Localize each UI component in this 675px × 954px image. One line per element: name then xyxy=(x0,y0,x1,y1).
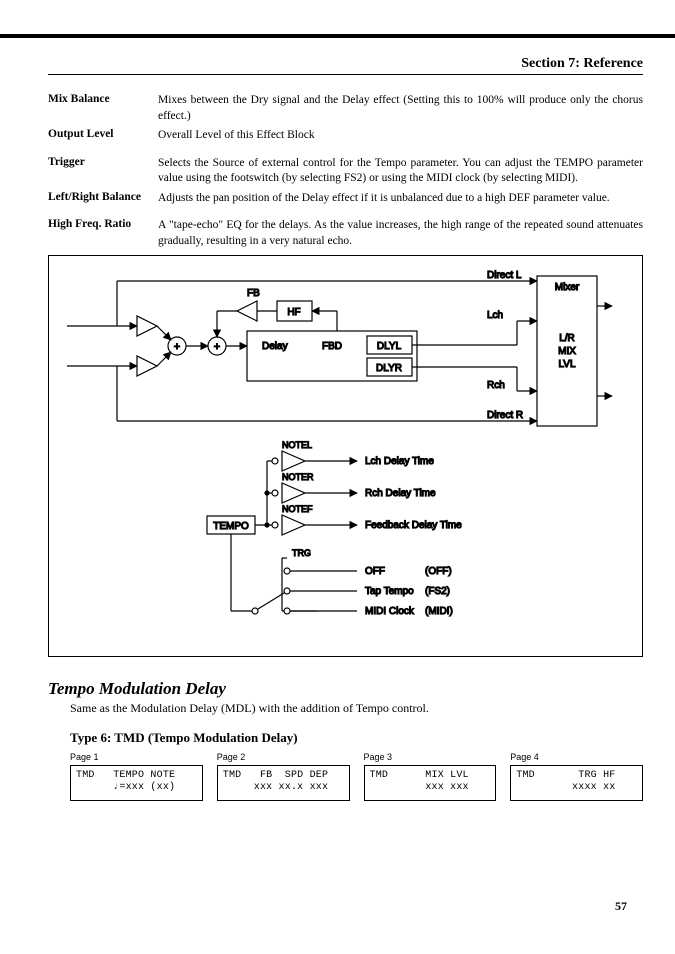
param-desc: Mixes between the Dry signal and the Del… xyxy=(158,93,643,124)
svg-text:Lch: Lch xyxy=(487,310,503,321)
param-label: High Freq. Ratio xyxy=(48,218,158,249)
signal-flow-diagram: + + Delay FBD DLYL DLYR HF FB xyxy=(48,255,643,657)
svg-text:DLYR: DLYR xyxy=(376,363,402,374)
svg-text:FBD: FBD xyxy=(322,341,342,352)
svg-text:Rch Delay Time: Rch Delay Time xyxy=(365,488,436,499)
param-desc: Adjusts the pan position of the Delay ef… xyxy=(158,191,643,207)
svg-text:Lch Delay Time: Lch Delay Time xyxy=(365,456,434,467)
param-label: Trigger xyxy=(48,156,158,187)
param-label: Left/Right Balance xyxy=(48,191,158,207)
param-desc: A "tape-echo" EQ for the delays. As the … xyxy=(158,218,643,249)
lcd-display: TMD MIX LVL xxx xxx xyxy=(364,765,497,801)
svg-text:MIDI Clock: MIDI Clock xyxy=(365,606,415,617)
diagram-svg: + + Delay FBD DLYL DLYR HF FB xyxy=(57,266,617,646)
lcd-display: TMD TEMPO NOTE ♩=xxx (xx) xyxy=(70,765,203,801)
section-body: Same as the Modulation Delay (MDL) with … xyxy=(70,701,643,716)
svg-text:HF: HF xyxy=(287,307,300,318)
svg-text:+: + xyxy=(174,341,180,353)
svg-text:Rch: Rch xyxy=(487,380,505,391)
svg-text:TEMPO: TEMPO xyxy=(213,521,249,532)
page-label: Page 1 xyxy=(70,752,203,762)
section-title: Tempo Modulation Delay xyxy=(48,679,643,699)
svg-text:Mixer: Mixer xyxy=(555,282,580,293)
svg-text:Feedback Delay Time: Feedback Delay Time xyxy=(365,520,462,531)
lcd-display: TMD TRG HF xxxx xx xyxy=(510,765,643,801)
param-desc: Overall Level of this Effect Block xyxy=(158,128,643,144)
page-label: Page 4 xyxy=(510,752,643,762)
svg-text:MIX: MIX xyxy=(558,346,576,357)
lcd-pages: Page 1 TMD TEMPO NOTE ♩=xxx (xx) Page 2 … xyxy=(70,752,643,801)
svg-text:(OFF): (OFF) xyxy=(425,566,452,577)
svg-text:Delay: Delay xyxy=(262,341,288,352)
svg-text:TRG: TRG xyxy=(292,548,311,558)
svg-text:LVL: LVL xyxy=(558,359,575,370)
page-label: Page 3 xyxy=(364,752,497,762)
parameter-table: Mix BalanceMixes between the Dry signal … xyxy=(48,93,643,249)
svg-text:(MIDI): (MIDI) xyxy=(425,606,453,617)
svg-text:NOTEL: NOTEL xyxy=(282,440,312,450)
page-label: Page 2 xyxy=(217,752,350,762)
svg-text:Tap Tempo: Tap Tempo xyxy=(365,586,414,597)
svg-text:NOTER: NOTER xyxy=(282,472,314,482)
param-label: Mix Balance xyxy=(48,93,158,124)
svg-text:FB: FB xyxy=(247,288,260,299)
section-header: Section 7: Reference xyxy=(48,0,643,75)
svg-text:+: + xyxy=(214,341,220,353)
svg-text:(FS2): (FS2) xyxy=(425,586,450,597)
type-heading: Type 6: TMD (Tempo Modulation Delay) xyxy=(70,730,643,746)
svg-text:Direct L: Direct L xyxy=(487,270,522,281)
svg-text:NOTEF: NOTEF xyxy=(282,504,313,514)
param-desc: Selects the Source of external control f… xyxy=(158,156,643,187)
lcd-display: TMD FB SPD DEP xxx xx.x xxx xyxy=(217,765,350,801)
svg-text:Direct R: Direct R xyxy=(487,410,523,421)
svg-text:OFF: OFF xyxy=(365,566,385,577)
svg-text:L/R: L/R xyxy=(559,333,575,344)
param-label: Output Level xyxy=(48,128,158,144)
svg-text:DLYL: DLYL xyxy=(377,341,402,352)
page-number: 57 xyxy=(615,899,627,914)
